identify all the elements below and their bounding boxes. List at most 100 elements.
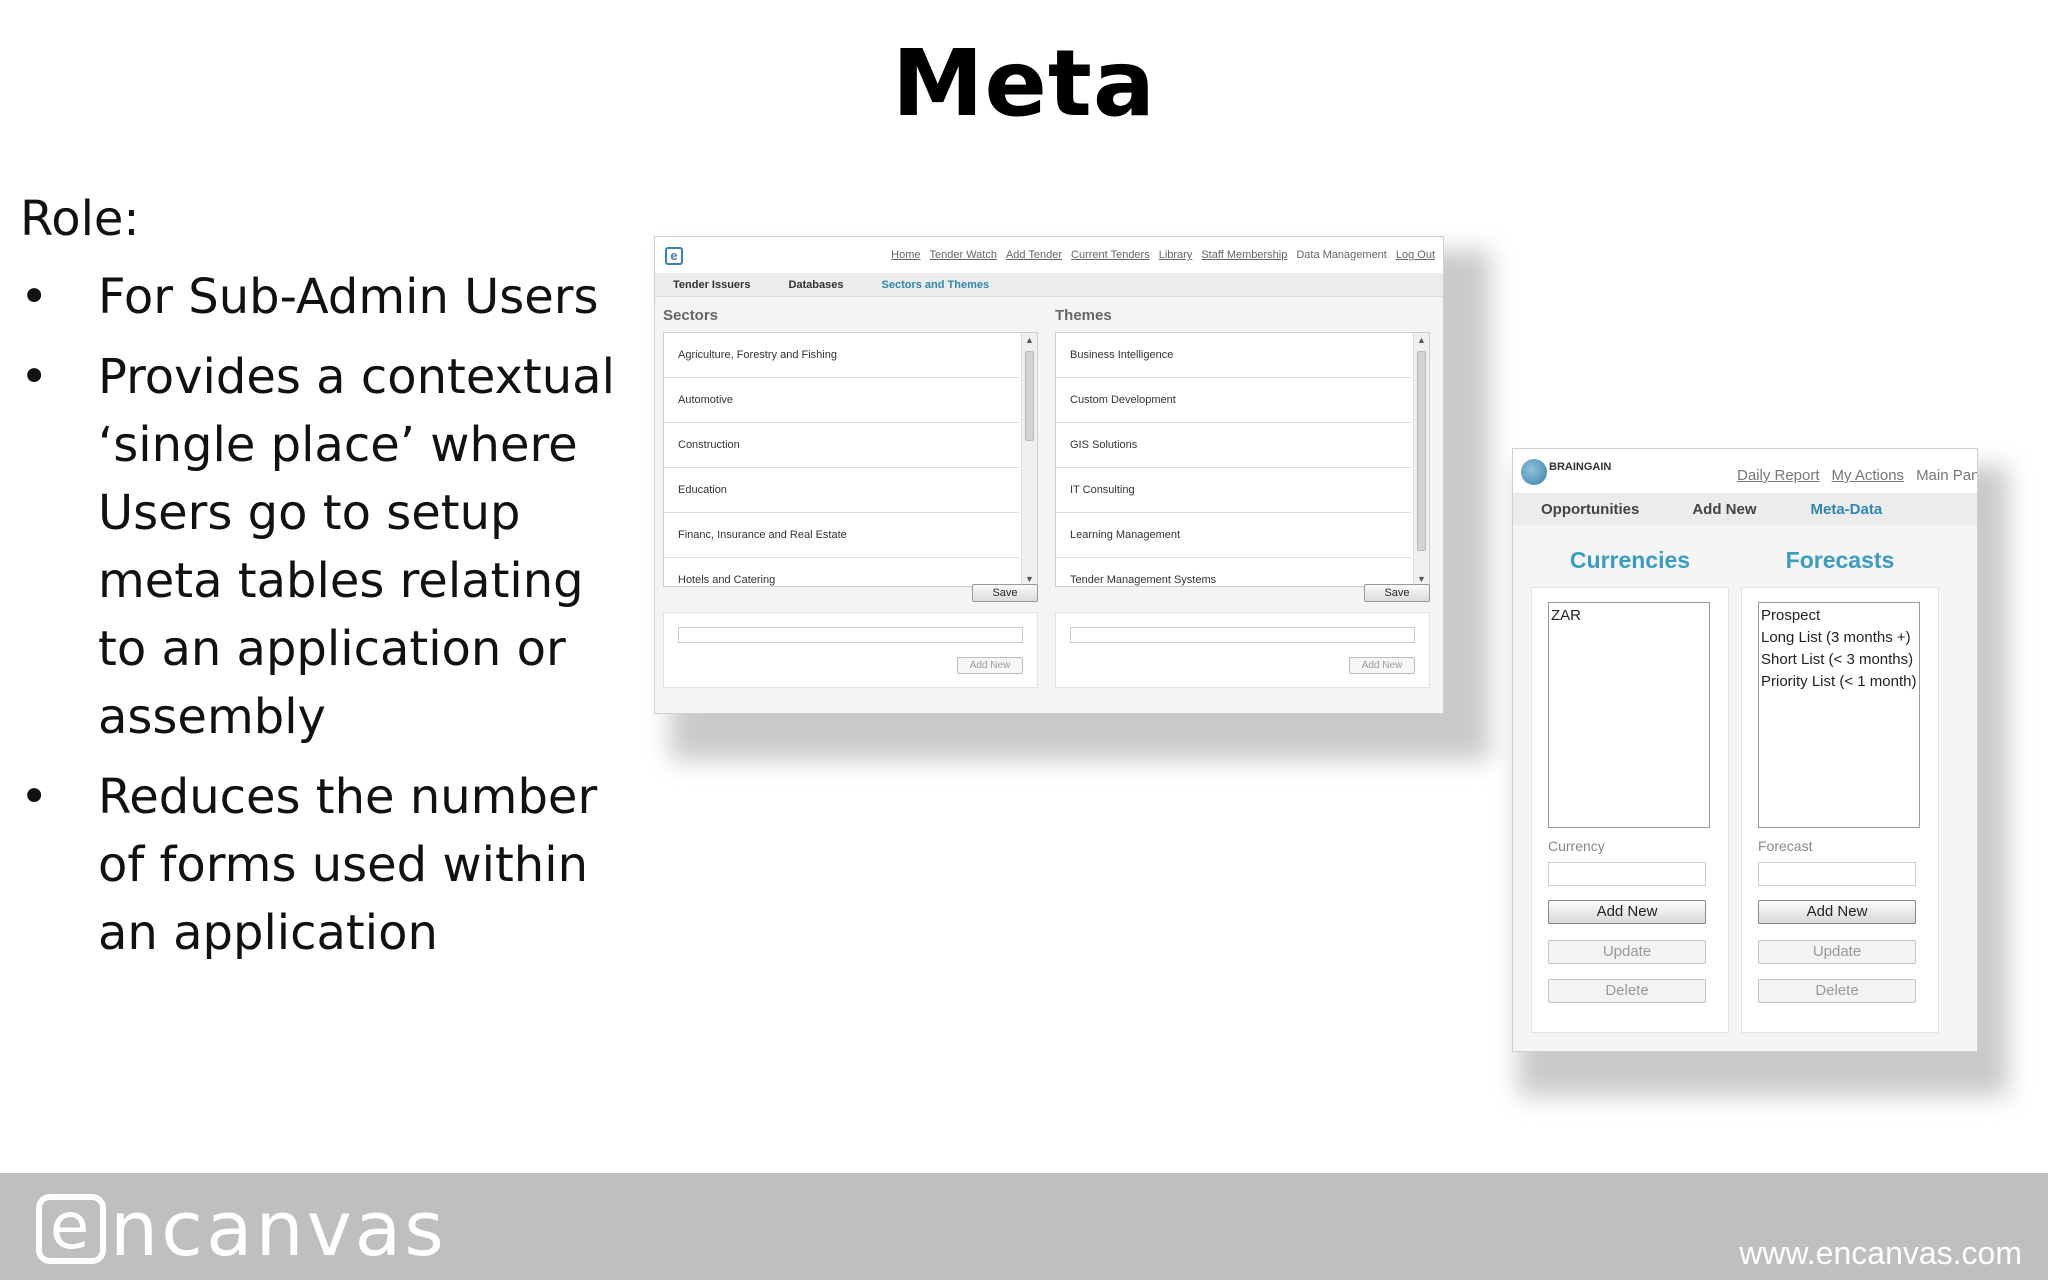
delete-currency-button[interactable]: Delete — [1548, 979, 1706, 1003]
forecasts-listbox[interactable]: Prospect Long List (3 months +) Short Li… — [1758, 602, 1920, 828]
forecast-input[interactable] — [1758, 862, 1916, 886]
list-item[interactable]: Education — [664, 468, 1019, 513]
bullet-item: • For Sub-Admin Users — [20, 263, 620, 331]
list-item[interactable]: Automotive — [664, 378, 1019, 423]
list-item[interactable]: Agriculture, Forestry and Fishing — [664, 333, 1019, 378]
slide-text-block: Role: • For Sub-Admin Users • Provides a c… — [20, 185, 620, 979]
list-item[interactable]: Tender Management Systems — [1056, 558, 1411, 586]
bullet-text: For Sub-Admin Users — [98, 269, 599, 325]
nav-link-current-tenders[interactable]: Current Tenders — [1071, 249, 1150, 261]
forecasts-heading: Forecasts — [1785, 547, 1895, 573]
add-new-currency-button[interactable]: Add New — [1548, 900, 1706, 924]
list-item[interactable]: Construction — [664, 423, 1019, 468]
list-item[interactable]: Hotels and Catering — [664, 558, 1019, 586]
list-item[interactable]: Learning Management — [1056, 513, 1411, 558]
add-new-button[interactable]: Add New — [957, 657, 1023, 674]
logo-wordmark: ncanvas — [110, 1184, 447, 1273]
update-forecast-button[interactable]: Update — [1758, 940, 1916, 964]
add-sector-box: Add New — [663, 612, 1038, 688]
add-new-button[interactable]: Add New — [1349, 657, 1415, 674]
nav-link-tender-watch[interactable]: Tender Watch — [930, 249, 997, 261]
currency-input[interactable] — [1548, 862, 1706, 886]
nav-link-add-tender[interactable]: Add Tender — [1006, 249, 1062, 261]
nav-link-log-out[interactable]: Log Out — [1396, 249, 1435, 261]
logo-e-icon: e — [36, 1194, 106, 1264]
top-nav: Home Tender Watch Add Tender Current Ten… — [891, 249, 1435, 261]
sectors-title: Sectors — [663, 307, 719, 324]
list-item[interactable]: Long List (3 months +) — [1761, 627, 1917, 649]
nav-link-main-panel[interactable]: Main Pan — [1916, 467, 1977, 484]
tab-databases[interactable]: Databases — [788, 279, 843, 291]
delete-forecast-button[interactable]: Delete — [1758, 979, 1916, 1003]
themes-title: Themes — [1055, 307, 1112, 324]
app-header: e Home Tender Watch Add Tender Current T… — [655, 237, 1443, 273]
brand-logo-text: BRAINGAIN — [1549, 461, 1612, 473]
currencies-column: Currencies ZAR Currency Add New Update D… — [1531, 545, 1729, 1033]
theme-input[interactable] — [1070, 627, 1415, 643]
forecasts-column: Forecasts Prospect Long List (3 months +… — [1741, 545, 1939, 1033]
sectors-panel: Sectors Agriculture, Forestry and Fishin… — [663, 307, 1038, 711]
scroll-down-icon[interactable]: ▼ — [1417, 574, 1426, 584]
add-new-forecast-button[interactable]: Add New — [1758, 900, 1916, 924]
tab-opportunities[interactable]: Opportunities — [1541, 501, 1639, 518]
nav-link-my-actions[interactable]: My Actions — [1832, 467, 1905, 484]
encanvas-logo: e ncanvas — [36, 1191, 447, 1267]
nav-link-home[interactable]: Home — [891, 249, 920, 261]
nav-link-library[interactable]: Library — [1159, 249, 1193, 261]
scrollbar[interactable]: ▲ ▼ — [1413, 333, 1429, 586]
meta-data-screenshot: BRAINGAIN Daily Report My Actions Main P… — [1512, 448, 1978, 1052]
bullet-list: • For Sub-Admin Users • Provides a context… — [20, 263, 620, 967]
forecast-label: Forecast — [1758, 838, 1813, 854]
bullet-item: • Provides a contextual ‘single place’ wh… — [20, 343, 620, 751]
nav-link-staff-membership[interactable]: Staff Membership — [1201, 249, 1287, 261]
themes-list: Business Intelligence Custom Development… — [1055, 332, 1430, 587]
list-item[interactable]: Business Intelligence — [1056, 333, 1411, 378]
currencies-listbox[interactable]: ZAR — [1548, 602, 1710, 828]
tab-bar: Opportunities Add New Meta-Data — [1513, 493, 1977, 525]
bullet-text: Provides a contextual ‘single place’ whe… — [98, 349, 615, 745]
list-item[interactable]: IT Consulting — [1056, 468, 1411, 513]
bullet-dot: • — [20, 269, 49, 325]
scroll-thumb[interactable] — [1025, 351, 1034, 441]
scroll-down-icon[interactable]: ▼ — [1025, 574, 1034, 584]
list-item[interactable]: ZAR — [1551, 605, 1707, 627]
update-currency-button[interactable]: Update — [1548, 940, 1706, 964]
scroll-up-icon[interactable]: ▲ — [1025, 335, 1034, 345]
footer-url: www.encanvas.com — [1739, 1235, 2022, 1271]
nav-link-data-management[interactable]: Data Management — [1296, 249, 1387, 261]
top-nav: Daily Report My Actions Main Pan — [1737, 467, 1977, 484]
sector-input[interactable] — [678, 627, 1023, 643]
tab-meta-data[interactable]: Meta-Data — [1811, 501, 1883, 518]
scroll-thumb[interactable] — [1417, 351, 1426, 551]
bullet-item: • Reduces the number of forms used within… — [20, 763, 620, 967]
nav-link-daily-report[interactable]: Daily Report — [1737, 467, 1820, 484]
list-item[interactable]: Prospect — [1761, 605, 1917, 627]
slide-title: Meta — [891, 30, 1156, 137]
bullet-text: Reduces the number of forms used within … — [98, 769, 598, 961]
sectors-themes-screenshot: e Home Tender Watch Add Tender Current T… — [654, 236, 1444, 714]
tab-tender-issuers[interactable]: Tender Issuers — [673, 279, 750, 291]
tab-add-new[interactable]: Add New — [1692, 501, 1756, 518]
save-button[interactable]: Save — [1364, 584, 1430, 602]
add-theme-box: Add New — [1055, 612, 1430, 688]
app-logo-icon: e — [665, 247, 683, 265]
tab-bar: Tender Issuers Databases Sectors and The… — [655, 273, 1443, 297]
list-item[interactable]: GIS Solutions — [1056, 423, 1411, 468]
list-item[interactable]: Financ, Insurance and Real Estate — [664, 513, 1019, 558]
sectors-list: Agriculture, Forestry and Fishing Automo… — [663, 332, 1038, 587]
forecasts-card: Prospect Long List (3 months +) Short Li… — [1741, 587, 1939, 1033]
list-item[interactable]: Short List (< 3 months) — [1761, 649, 1917, 671]
currency-label: Currency — [1548, 838, 1605, 854]
currencies-card: ZAR Currency Add New Update Delete — [1531, 587, 1729, 1033]
list-item[interactable]: Custom Development — [1056, 378, 1411, 423]
currencies-heading: Currencies — [1569, 547, 1691, 573]
bullet-dot: • — [20, 769, 49, 825]
globe-logo-icon — [1521, 459, 1547, 485]
app-header: BRAINGAIN Daily Report My Actions Main P… — [1513, 449, 1977, 493]
scrollbar[interactable]: ▲ ▼ — [1021, 333, 1037, 586]
list-item[interactable]: Priority List (< 1 month) — [1761, 671, 1917, 693]
save-button[interactable]: Save — [972, 584, 1038, 602]
scroll-up-icon[interactable]: ▲ — [1417, 335, 1426, 345]
tab-sectors-and-themes[interactable]: Sectors and Themes — [882, 279, 990, 291]
slide-footer: e ncanvas www.encanvas.com — [0, 1173, 2048, 1280]
